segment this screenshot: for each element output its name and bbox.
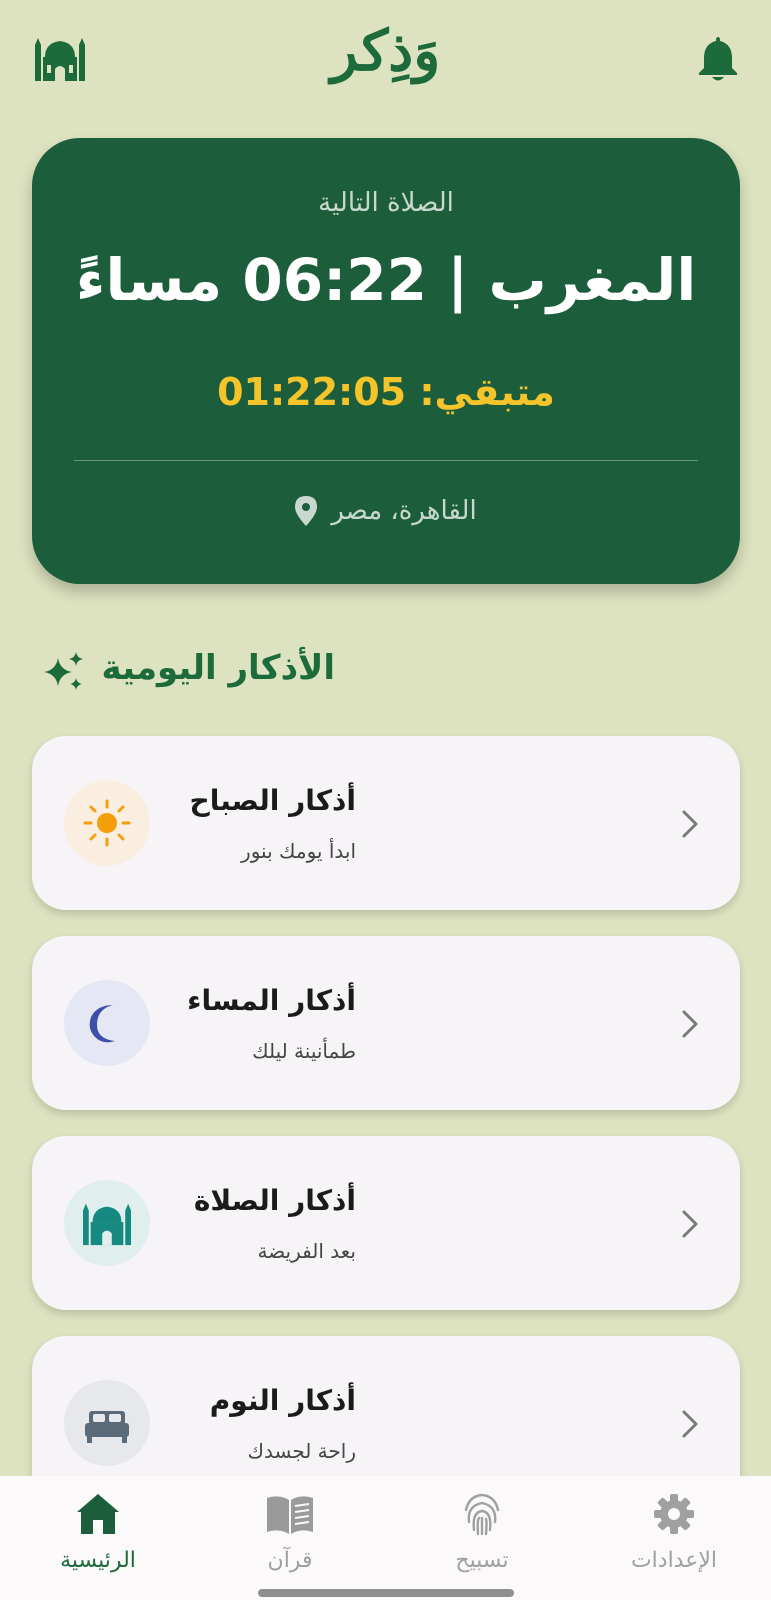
top-app-bar: وَذِكر [0,0,771,120]
card-subtitle: بعد الفريضة [257,1239,356,1263]
nav-label: تسبيح [455,1548,509,1573]
card-text: أذكار النوم راحة لجسدك [96,1384,356,1463]
card-title: أذكار الصلاة [193,1184,356,1217]
nav-home[interactable]: الرئيسية [18,1492,178,1573]
card-subtitle: راحة لجسدك [247,1439,357,1463]
location-text: القاهرة، مصر [331,496,477,526]
sparkle-icon [44,652,83,690]
section-title-text: الأذكار اليومية [101,648,335,688]
card-text: أذكار الصلاة بعد الفريضة [96,1184,356,1263]
home-indicator[interactable] [258,1589,514,1597]
chevron-right-icon [682,1410,698,1438]
home-icon [77,1494,119,1534]
nav-label: الإعدادات [630,1548,718,1573]
section-title: الأذكار اليومية [101,648,335,688]
card-morning-adhkar[interactable]: أذكار الصباح ابدأ يومك بنور [32,736,740,910]
location-row[interactable]: القاهرة، مصر [32,496,740,526]
card-prayer-adhkar[interactable]: أذكار الصلاة بعد الفريضة [32,1136,740,1310]
bottom-navigation: الرئيسية قرآن تسبيح الإعدادات [0,1476,771,1600]
next-prayer-label: الصلاة التالية [318,188,454,218]
gear-icon [654,1494,694,1534]
card-title: أذكار النوم [209,1384,356,1417]
card-title: أذكار المساء [187,984,356,1017]
card-text: أذكار المساء طمأنينة ليلك [96,984,356,1063]
card-text: أذكار الصباح ابدأ يومك بنور [96,784,356,863]
nav-quran[interactable]: قرآن [210,1492,370,1573]
nav-label: الرئيسية [60,1548,136,1573]
bell-icon[interactable] [697,34,739,82]
card-evening-adhkar[interactable]: أذكار المساء طمأنينة ليلك [32,936,740,1110]
countdown-timer: متبقي: 01:22:05 [217,370,555,414]
chevron-right-icon [682,1210,698,1238]
card-subtitle: ابدأ يومك بنور [241,839,356,863]
nav-settings[interactable]: الإعدادات [594,1492,754,1573]
nav-label: قرآن [267,1548,313,1573]
book-icon [267,1496,313,1534]
fingerprint-icon [464,1493,500,1536]
chevron-right-icon [682,810,698,838]
next-prayer-card[interactable]: الصلاة التالية المغرب | 06:22 مساءً متبق… [32,138,740,584]
next-prayer-time: المغرب | 06:22 مساءً [75,246,697,314]
app-title: وَذِكر [330,18,441,84]
card-title: أذكار الصباح [189,784,356,817]
map-pin-icon [295,496,318,526]
nav-tasbih[interactable]: تسبيح [402,1492,562,1573]
divider [74,460,698,461]
chevron-right-icon [682,1010,698,1038]
card-subtitle: طمأنينة ليلك [252,1039,356,1063]
